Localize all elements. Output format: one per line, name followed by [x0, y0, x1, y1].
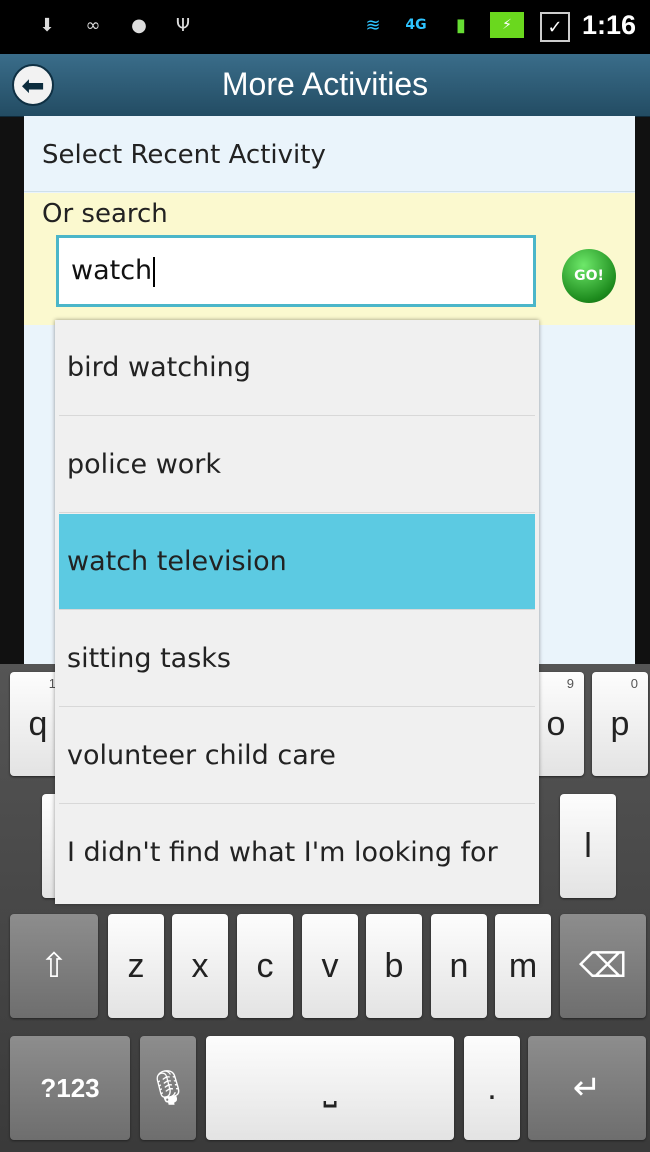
symbols-key[interactable]: ?123: [10, 1036, 130, 1140]
key-p-label: p: [610, 704, 630, 743]
title-bar: ⬅ More Activities: [0, 54, 650, 117]
checkbox-notification-icon: ✓: [540, 12, 570, 42]
backspace-key[interactable]: ⌫: [560, 914, 646, 1018]
key-z-label: z: [127, 946, 145, 985]
key-o-label: o: [546, 704, 566, 743]
suggestion-item[interactable]: police work: [59, 417, 535, 513]
key-n[interactable]: n: [431, 914, 487, 1018]
suggestion-label: volunteer child care: [67, 740, 336, 771]
4g-lte-icon: 4G: [405, 17, 427, 33]
suggestion-label: bird watching: [67, 352, 251, 383]
enter-key[interactable]: ↵: [528, 1036, 646, 1140]
key-v[interactable]: v: [302, 914, 358, 1018]
clock: 1:16: [581, 10, 636, 40]
page-title: More Activities: [221, 66, 429, 102]
key-x-label: x: [191, 946, 209, 985]
media-icon: ●: [131, 14, 147, 36]
search-area: Or search watch GO!: [24, 193, 635, 325]
key-m[interactable]: m: [495, 914, 551, 1018]
key-l-label: l: [584, 826, 592, 865]
suggestion-label: I didn't find what I'm looking for: [67, 837, 498, 868]
enter-icon: ↵: [572, 1069, 602, 1107]
space-bar-icon: ⎵: [323, 1068, 337, 1107]
go-button[interactable]: GO!: [562, 249, 616, 303]
suggestion-label: watch television: [67, 546, 287, 577]
voicemail-icon: ∞: [85, 14, 101, 36]
key-q-label: q: [28, 704, 48, 743]
go-label: GO!: [574, 268, 604, 284]
voice-input-key[interactable]: 🎙: [140, 1036, 196, 1140]
key-x[interactable]: x: [172, 914, 228, 1018]
period-key[interactable]: .: [464, 1036, 520, 1140]
suggestion-item-not-found[interactable]: I didn't find what I'm looking for: [59, 805, 535, 901]
key-b[interactable]: b: [366, 914, 422, 1018]
text-caret: [153, 256, 156, 287]
key-l[interactable]: l: [560, 794, 616, 898]
recent-activity-row[interactable]: Select Recent Activity: [24, 116, 635, 192]
search-label: Or search: [42, 199, 168, 229]
key-v-label: v: [321, 946, 339, 985]
autocomplete-dropdown: bird watching police work watch televisi…: [55, 320, 539, 904]
shift-key[interactable]: ⇧: [10, 914, 98, 1018]
backspace-icon: ⌫: [578, 947, 628, 985]
key-p[interactable]: 0p: [592, 672, 648, 776]
suggestion-item-selected[interactable]: watch television: [59, 514, 535, 610]
key-n-label: n: [449, 946, 469, 985]
suggestion-item[interactable]: volunteer child care: [59, 708, 535, 804]
search-input-value: watch: [71, 255, 153, 286]
search-input[interactable]: watch: [56, 235, 536, 307]
usb-icon: Ψ: [175, 14, 191, 36]
wifi-icon: ≋: [365, 14, 381, 36]
key-m-label: m: [508, 946, 538, 985]
suggestion-label: police work: [67, 449, 222, 480]
status-bar: ⬇ ∞ ● Ψ ≋ 4G ▮ ⚡ ✓ 1:16: [0, 0, 650, 54]
key-b-label: b: [384, 946, 404, 985]
suggestion-label: sitting tasks: [67, 643, 231, 674]
key-o-number: 9: [566, 676, 574, 691]
symbols-key-label: ?123: [40, 1072, 100, 1103]
space-key[interactable]: ⎵: [206, 1036, 454, 1140]
suggestion-item[interactable]: sitting tasks: [59, 611, 535, 707]
period-key-label: .: [487, 1068, 497, 1107]
key-z[interactable]: z: [108, 914, 164, 1018]
shift-icon: ⇧: [39, 947, 69, 985]
recent-activity-label: Select Recent Activity: [42, 140, 326, 170]
signal-icon: ▮: [456, 14, 466, 36]
key-p-number: 0: [630, 676, 638, 691]
key-c[interactable]: c: [237, 914, 293, 1018]
suggestion-item[interactable]: bird watching: [59, 320, 535, 416]
microphone-icon: 🎙: [146, 1069, 190, 1107]
battery-charging-icon: ⚡: [490, 12, 524, 38]
download-icon: ⬇: [39, 14, 55, 36]
key-c-label: c: [256, 946, 274, 985]
